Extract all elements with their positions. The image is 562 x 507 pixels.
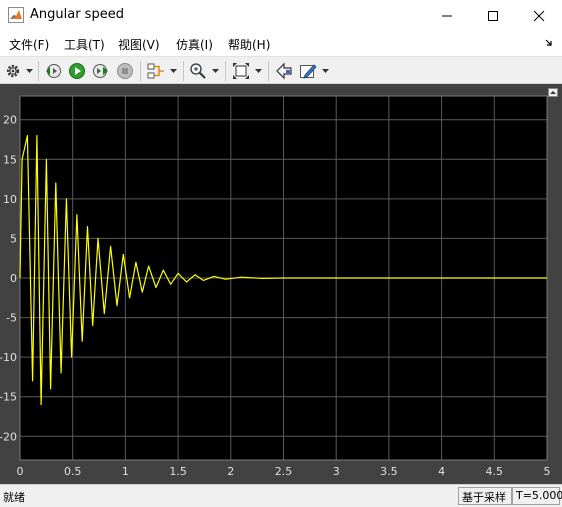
close-button[interactable] — [516, 0, 562, 32]
menu-file[interactable]: 文件(F) — [9, 36, 49, 53]
x-tick-label: 2 — [227, 465, 234, 478]
settings-button[interactable] — [4, 62, 22, 80]
y-tick-label: 0 — [10, 272, 17, 285]
window-title: Angular speed — [30, 7, 124, 22]
stop-icon — [117, 63, 133, 79]
minimize-icon — [442, 15, 452, 17]
zoom-button[interactable] — [189, 62, 207, 80]
y-tick-label: -20 — [0, 430, 17, 443]
y-tick-label: 15 — [3, 153, 17, 166]
y-tick-label: -15 — [0, 391, 17, 404]
y-tick-label: 5 — [10, 232, 17, 245]
matlab-logo-icon — [8, 7, 24, 23]
toolbar-separator — [268, 61, 269, 81]
y-tick-label: -5 — [6, 312, 17, 325]
highlight-block-button[interactable] — [275, 62, 293, 80]
status-text: 就绪 — [3, 491, 25, 504]
collapse-toolbar-icon[interactable] — [548, 88, 558, 97]
y-tick-label: 20 — [3, 114, 17, 127]
zoom-dropdown-icon[interactable] — [212, 69, 219, 74]
autoscale-button[interactable] — [232, 62, 250, 80]
toolbar — [0, 56, 562, 84]
run-button[interactable] — [68, 62, 86, 80]
step-forward-icon — [93, 64, 108, 78]
zoom-icon — [190, 63, 206, 79]
maximize-icon — [488, 11, 498, 21]
menu-dock-arrow-icon[interactable] — [544, 38, 554, 48]
settings-dropdown-icon[interactable] — [26, 69, 33, 74]
toolbar-separator — [183, 61, 184, 81]
x-tick-label: 5 — [544, 465, 551, 478]
menu-help[interactable]: 帮助(H) — [228, 36, 270, 53]
x-tick-label: 1.5 — [169, 465, 187, 478]
x-tick-label: 3.5 — [380, 465, 398, 478]
scope-plot[interactable]: 20 15 10 5 0 -5 -10 -15 -20 0 0.5 1 1.5 2 2.5 3 3.5 4 4.5 5 — [0, 84, 562, 484]
step-forward-button[interactable] — [92, 62, 110, 80]
toolbar-separator — [225, 61, 226, 81]
x-tick-label: 2.5 — [275, 465, 293, 478]
status-bar: 就绪 基于采样 T=5.000 — [0, 484, 562, 507]
x-tick-label: 0.5 — [64, 465, 82, 478]
close-icon — [533, 10, 545, 22]
menu-simulation[interactable]: 仿真(I) — [176, 36, 213, 53]
x-tick-label: 4 — [438, 465, 445, 478]
y-tick-label: 10 — [3, 193, 17, 206]
step-back-button[interactable] — [44, 62, 62, 80]
signal-select-button[interactable] — [147, 62, 165, 80]
autoscale-icon — [233, 63, 249, 79]
minimize-button[interactable] — [424, 0, 470, 32]
style-button[interactable] — [299, 62, 317, 80]
x-tick-label: 0 — [17, 465, 24, 478]
highlight-icon — [276, 62, 292, 80]
title-bar[interactable]: Angular speed — [0, 0, 562, 32]
run-icon — [69, 63, 85, 79]
y-tick-label: -10 — [0, 351, 17, 364]
gear-icon — [6, 64, 20, 78]
menu-tools[interactable]: 工具(T) — [64, 36, 105, 53]
maximize-button[interactable] — [470, 0, 516, 32]
signal-select-dropdown-icon[interactable] — [170, 69, 177, 74]
signal-select-icon — [147, 63, 164, 79]
step-back-icon — [46, 64, 61, 78]
stop-button[interactable] — [116, 62, 134, 80]
toolbar-separator — [140, 61, 141, 81]
menu-bar: 文件(F) 工具(T) 视图(V) 仿真(I) 帮助(H) — [0, 32, 562, 54]
menu-view[interactable]: 视图(V) — [118, 36, 160, 53]
simulation-time: T=5.000 — [512, 487, 562, 505]
x-tick-label: 1 — [122, 465, 129, 478]
toolbar-separator — [38, 61, 39, 81]
sample-mode-indicator: 基于采样 — [458, 487, 512, 505]
x-tick-label: 4.5 — [486, 465, 504, 478]
scope-display: 20 15 10 5 0 -5 -10 -15 -20 0 0.5 1 1.5 2 2.5 3 3.5 4 4.5 5 — [0, 84, 562, 484]
style-dropdown-icon[interactable] — [322, 69, 329, 74]
autoscale-dropdown-icon[interactable] — [255, 69, 262, 74]
x-tick-label: 3 — [333, 465, 340, 478]
edit-icon — [300, 64, 317, 79]
